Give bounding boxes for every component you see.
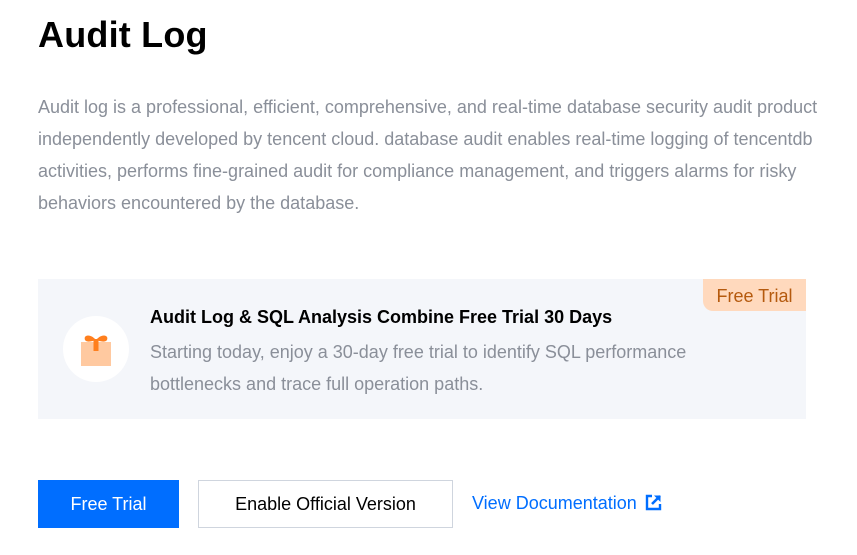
page-title: Audit Log [38,14,208,55]
free-trial-button[interactable]: Free Trial [38,480,179,528]
external-link-icon [645,494,662,516]
promo-card-title: Audit Log & SQL Analysis Combine Free Tr… [150,307,613,327]
promo-card-text: Starting today, enjoy a 30-day free tria… [150,342,687,394]
gift-icon [81,335,111,366]
free-trial-badge: Free Trial [703,279,806,311]
view-documentation-label: View Documentation [472,493,637,513]
gift-icon-container [63,316,129,382]
enable-official-version-button[interactable]: Enable Official Version [198,480,453,528]
page-description: Audit log is a professional, efficient, … [38,97,818,213]
free-trial-promo-card: Free Trial Audit Log & SQL Analysis Comb… [38,279,806,419]
audit-log-page: Audit Log Audit log is a professional, e… [0,0,857,555]
view-documentation-link[interactable]: View Documentation [472,493,662,516]
